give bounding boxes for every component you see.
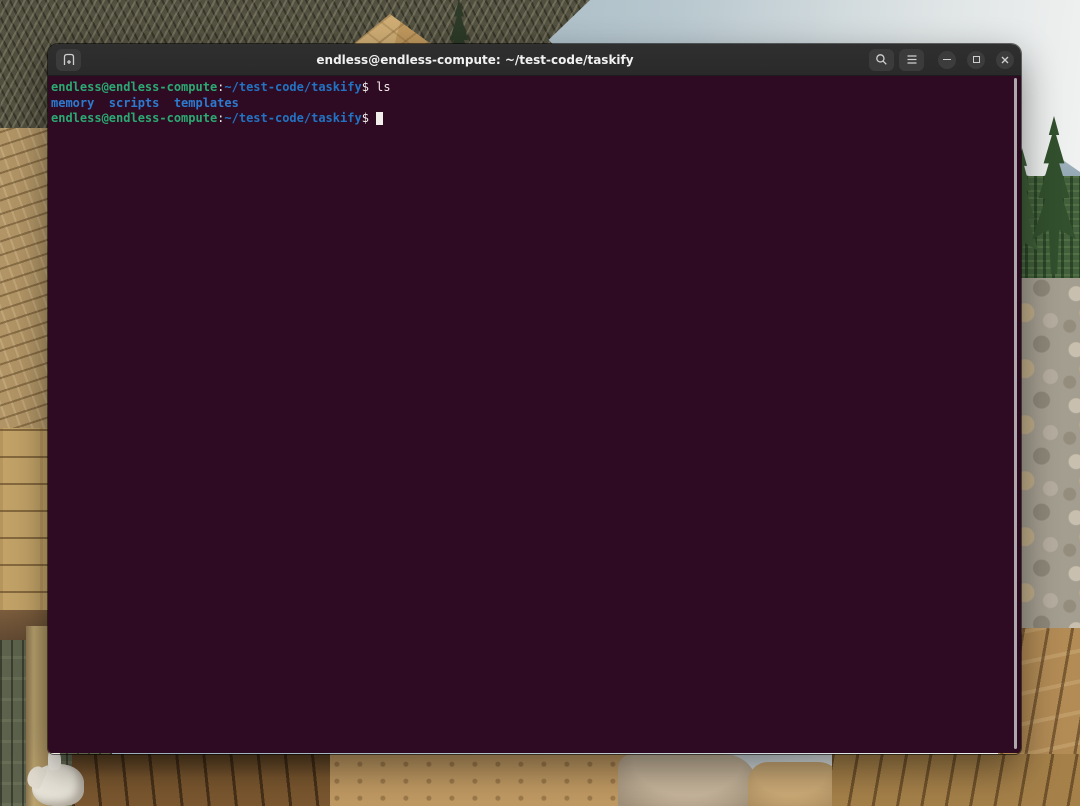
close-icon [1000, 55, 1010, 65]
terminal-content[interactable]: endless@endless-compute:~/test-code/task… [48, 76, 1021, 753]
typed-command: ls [376, 80, 390, 94]
directory-entry: templates [174, 96, 239, 110]
titlebar-controls [869, 49, 1014, 71]
prompt-symbol: $ [362, 80, 369, 94]
new-tab-button[interactable] [56, 49, 81, 71]
search-button[interactable] [869, 49, 894, 71]
hamburger-menu-icon [906, 54, 918, 65]
wallpaper-boulder [748, 762, 844, 806]
minimize-icon [943, 59, 951, 61]
wallpaper-sandy-ground [330, 754, 640, 806]
prompt-user-host: endless@endless-compute [51, 111, 217, 125]
maximize-button[interactable] [967, 51, 985, 69]
scrollbar[interactable] [1014, 78, 1017, 749]
prompt-path: ~/test-code/taskify [224, 111, 361, 125]
wallpaper-boulder [618, 754, 758, 806]
terminal-cursor [376, 112, 383, 125]
window-title: endless@endless-compute: ~/test-code/tas… [81, 53, 869, 67]
menu-button[interactable] [899, 49, 924, 71]
directory-entry: memory [51, 96, 94, 110]
tab-new-icon [62, 53, 76, 66]
terminal-line-prompt-active: endless@endless-compute:~/test-code/task… [51, 111, 1015, 127]
search-icon [875, 53, 888, 66]
wallpaper-floor-boards [72, 754, 330, 806]
directory-entry: scripts [109, 96, 160, 110]
prompt-path: ~/test-code/taskify [224, 80, 361, 94]
desktop: endless@endless-compute: ~/test-code/tas… [0, 0, 1080, 806]
prompt-symbol: $ [362, 111, 369, 125]
prompt-user-host: endless@endless-compute [51, 80, 217, 94]
terminal-line-ls-output: memory scripts templates [51, 96, 1015, 112]
terminal-line-prompt-ls: endless@endless-compute:~/test-code/task… [51, 80, 1015, 96]
titlebar[interactable]: endless@endless-compute: ~/test-code/tas… [48, 44, 1021, 76]
close-button[interactable] [996, 51, 1014, 69]
minimize-button[interactable] [938, 51, 956, 69]
maximize-icon [973, 56, 980, 63]
terminal-window: endless@endless-compute: ~/test-code/tas… [48, 44, 1021, 754]
wallpaper-wooden-crates [832, 754, 1080, 806]
wallpaper-white-bird [32, 764, 84, 806]
